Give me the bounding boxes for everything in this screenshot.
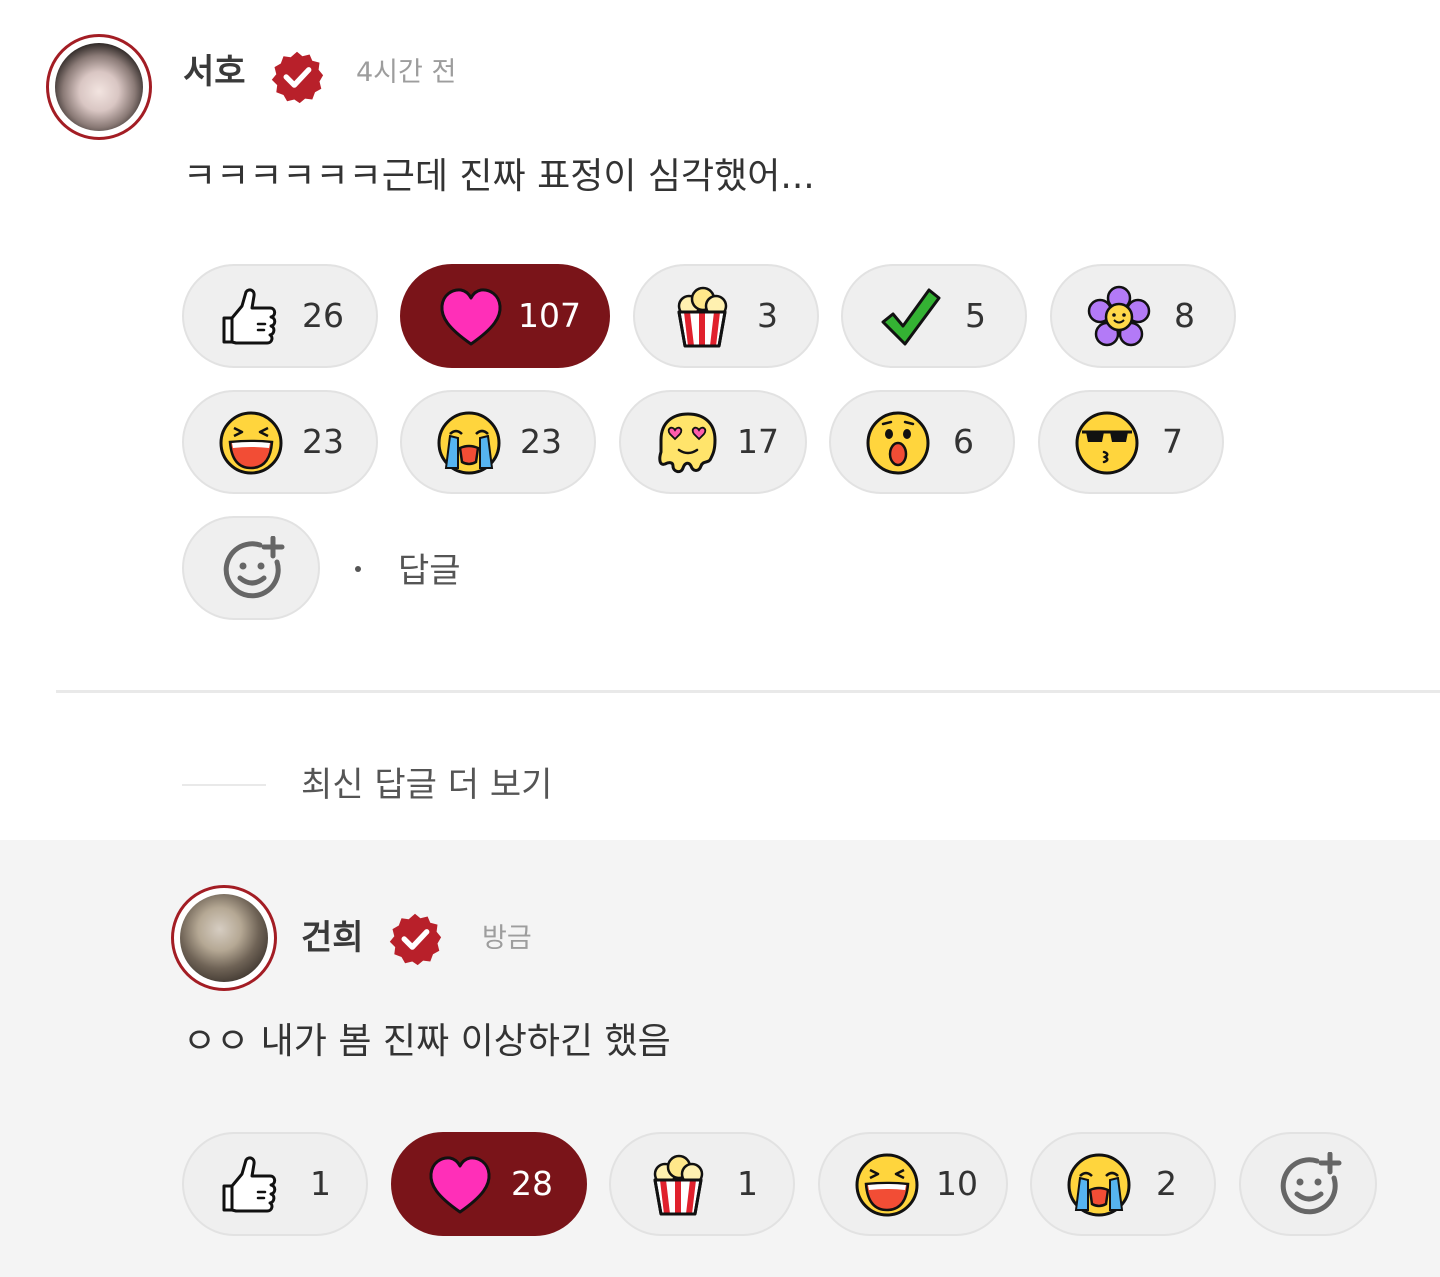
- verified-badge-icon: [270, 50, 324, 104]
- author-name[interactable]: 서호: [183, 52, 246, 92]
- sunglasses-face-icon: [1074, 410, 1140, 476]
- check-icon: [877, 284, 943, 350]
- reply-author-name[interactable]: 건희: [301, 918, 364, 958]
- author-photo: [55, 43, 143, 131]
- surprised-face-icon: [865, 410, 931, 476]
- reply-button[interactable]: 답글: [398, 551, 461, 591]
- reaction-crying[interactable]: 23: [400, 390, 596, 494]
- reaction-count: 10: [936, 1164, 978, 1203]
- reaction-thumbs-up[interactable]: 26: [182, 264, 378, 368]
- reaction-count: 23: [520, 422, 562, 461]
- popcorn-icon: [645, 1152, 711, 1218]
- flower-icon: [1086, 284, 1152, 350]
- reaction-sunglasses[interactable]: 7: [1038, 390, 1224, 494]
- reaction-check[interactable]: 5: [841, 264, 1027, 368]
- reaction-count: 3: [757, 296, 778, 335]
- reaction-heart[interactable]: 107: [400, 264, 610, 368]
- reaction-melting-love[interactable]: 17: [619, 390, 807, 494]
- reaction-laughing[interactable]: 23: [182, 390, 378, 494]
- reaction-count: 17: [737, 422, 779, 461]
- reaction-heart[interactable]: 28: [391, 1132, 587, 1236]
- separator-dot: [355, 566, 361, 572]
- melting-love-face-icon: [655, 410, 721, 476]
- reply-time: 방금: [482, 923, 532, 954]
- reaction-count: 5: [965, 296, 986, 335]
- laughing-face-icon: [854, 1152, 920, 1218]
- add-reaction-button[interactable]: [1239, 1132, 1377, 1236]
- crying-face-icon: [436, 410, 502, 476]
- more-replies-line: [182, 784, 266, 786]
- reaction-popcorn[interactable]: 1: [609, 1132, 795, 1236]
- crying-face-icon: [1066, 1152, 1132, 1218]
- thumbs-up-icon: [218, 284, 284, 350]
- section-divider: [56, 690, 1440, 693]
- verified-badge-icon: [388, 912, 442, 966]
- reaction-thumbs-up[interactable]: 1: [182, 1132, 368, 1236]
- comment-text: ㅋㅋㅋㅋㅋㅋ근데 진짜 표정이 심각했어...: [183, 156, 815, 197]
- reaction-crying[interactable]: 2: [1030, 1132, 1216, 1236]
- reply-author-avatar[interactable]: [171, 885, 277, 991]
- reaction-count: 23: [302, 422, 344, 461]
- add-reaction-button[interactable]: [182, 516, 320, 620]
- reaction-laughing[interactable]: 10: [818, 1132, 1008, 1236]
- reaction-count: 6: [953, 422, 974, 461]
- add-reaction-icon: [1277, 1152, 1343, 1218]
- reaction-count: 7: [1162, 422, 1183, 461]
- thumbs-up-icon: [218, 1152, 284, 1218]
- reaction-count: 26: [302, 296, 344, 335]
- author-avatar[interactable]: [46, 34, 152, 140]
- reaction-count: 28: [511, 1164, 553, 1203]
- laughing-face-icon: [218, 410, 284, 476]
- reaction-count: 1: [737, 1164, 758, 1203]
- reaction-count: 2: [1156, 1164, 1177, 1203]
- reaction-count: 8: [1174, 296, 1195, 335]
- reply-text: ㅇㅇ 내가 봄 진짜 이상하긴 했음: [183, 1021, 671, 1062]
- reaction-popcorn[interactable]: 3: [633, 264, 819, 368]
- reaction-flower[interactable]: 8: [1050, 264, 1236, 368]
- reaction-count: 107: [518, 296, 581, 335]
- reply-author-photo: [180, 894, 268, 982]
- heart-icon: [438, 284, 504, 350]
- comment-time: 4시간 전: [356, 57, 457, 88]
- popcorn-icon: [669, 284, 735, 350]
- reaction-surprised[interactable]: 6: [829, 390, 1015, 494]
- reaction-count: 1: [310, 1164, 331, 1203]
- add-reaction-icon: [220, 536, 286, 602]
- more-replies-link[interactable]: 최신 답글 더 보기: [301, 765, 552, 805]
- heart-icon: [427, 1152, 493, 1218]
